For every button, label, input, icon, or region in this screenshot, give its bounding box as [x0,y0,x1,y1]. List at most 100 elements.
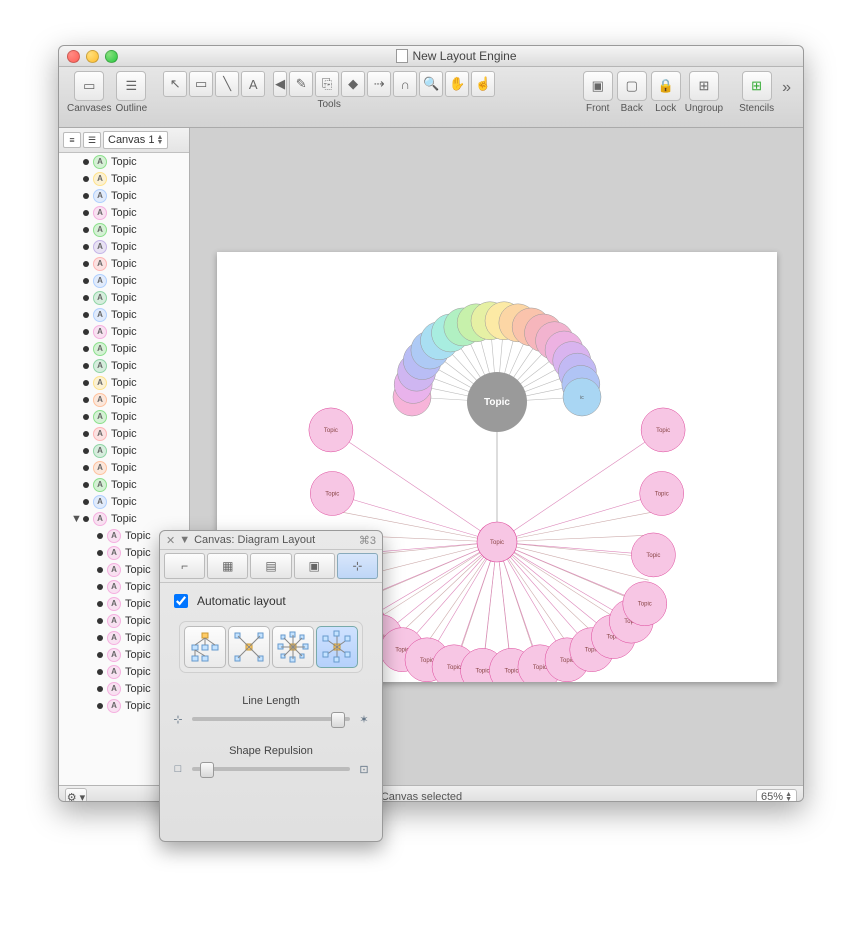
outline-item[interactable]: A Topic [59,187,189,204]
outline-item[interactable]: A Topic [59,357,189,374]
canvases-button[interactable]: ▭ Canvases [67,71,111,114]
outline-item[interactable]: A Topic [59,459,189,476]
pen-tool[interactable]: ✎ [289,71,313,97]
outline-item[interactable]: A Topic [59,408,189,425]
layout-type-hierarchical[interactable] [184,626,226,668]
svg-text:Topic: Topic [656,427,670,433]
tool-expand-left[interactable]: ◀ [273,71,287,97]
window-titlebar[interactable]: New Layout Engine [59,46,803,67]
ungroup-button[interactable]: ⊞ Ungroup [685,71,723,114]
outline-item[interactable]: A Topic [59,272,189,289]
front-button[interactable]: ▣ Front [583,71,613,114]
outline-item[interactable]: ▼ A Topic [59,510,189,527]
outline-item-label: Topic [111,479,137,491]
topic-badge-icon: A [93,444,107,458]
outline-item[interactable]: A Topic [59,340,189,357]
outline-item-label: Topic [111,360,137,372]
topic-badge-icon: A [93,325,107,339]
outline-item-label: Topic [125,581,151,593]
topic-badge-icon: A [93,427,107,441]
topic-badge-icon: A [107,614,121,628]
stencils-button[interactable]: ⊞ Stencils [739,71,774,114]
outline-item[interactable]: A Topic [59,221,189,238]
automatic-layout-input[interactable] [174,594,188,608]
layout-type-radial[interactable] [316,626,358,668]
topic-badge-icon: A [93,308,107,322]
ungroup-icon: ⊞ [689,71,719,101]
outline-item-label: Topic [111,173,137,185]
outline-item[interactable]: A Topic [59,374,189,391]
eraser-tool[interactable]: ◆ [341,71,365,97]
topic-badge-icon: A [107,597,121,611]
stamp-tool[interactable]: ⎘ [315,71,339,97]
svg-text:Topic: Topic [646,552,660,558]
outline-item[interactable]: A Topic [59,153,189,170]
outline-item-label: Topic [125,649,151,661]
svg-text:Topic: Topic [484,397,510,408]
close-button[interactable] [67,50,80,63]
outline-item[interactable]: A Topic [59,442,189,459]
outline-item[interactable]: A Topic [59,323,189,340]
lock-button[interactable]: 🔒 Lock [651,71,681,114]
action-tool[interactable]: ☝ [471,71,495,97]
line-length-slider[interactable] [192,717,350,721]
text-tool[interactable]: A [241,71,265,97]
bullet-icon [97,703,103,709]
outline-item[interactable]: A Topic [59,306,189,323]
sidebar-view-compact[interactable]: ≡ [63,132,81,148]
outline-item-label: Topic [125,683,151,695]
zoom-tool[interactable]: 🔍 [419,71,443,97]
disclosure-triangle-icon[interactable]: ▼ [71,513,79,525]
outline-item[interactable]: A Topic [59,476,189,493]
zoom-control[interactable]: 65% ▲▼ [756,789,797,802]
connection-tool[interactable]: ⇢ [367,71,391,97]
palette-tab-grid[interactable]: ▦ [207,553,248,579]
close-palette-icon[interactable]: ✕ [166,534,175,547]
magnet-tool[interactable]: ∩ [393,71,417,97]
palette-tab-size[interactable]: ⌐ [164,553,205,579]
topic-badge-icon: A [93,291,107,305]
palette-tab-layout[interactable]: ⊹ [337,553,378,579]
outline-item[interactable]: A Topic [59,289,189,306]
sidebar-view-list[interactable]: ☰ [83,132,101,148]
hand-tool[interactable]: ✋ [445,71,469,97]
minimize-button[interactable] [86,50,99,63]
bullet-icon [97,601,103,607]
outline-item[interactable]: A Topic [59,255,189,272]
layout-type-circular[interactable] [272,626,314,668]
outline-item[interactable]: A Topic [59,493,189,510]
outline-item-label: Topic [111,258,137,270]
disclosure-icon[interactable]: ▼ [179,534,190,546]
bullet-icon [97,686,103,692]
outline-item[interactable]: A Topic [59,391,189,408]
palette-titlebar[interactable]: ✕ ▼ Canvas: Diagram Layout ⌘3 [160,531,382,550]
svg-text:Topic: Topic [654,491,668,497]
outline-item-label: Topic [111,326,137,338]
topic-badge-icon: A [107,648,121,662]
outline-item[interactable]: A Topic [59,170,189,187]
line-tool[interactable]: ╲ [215,71,239,97]
bullet-icon [83,244,89,250]
select-tool[interactable]: ↖ [163,71,187,97]
outline-item-label: Topic [125,598,151,610]
automatic-layout-checkbox[interactable]: Automatic layout [170,591,372,611]
layout-type-force[interactable] [228,626,270,668]
outline-item[interactable]: A Topic [59,204,189,221]
outline-item[interactable]: A Topic [59,238,189,255]
topic-badge-icon: A [107,682,121,696]
gear-menu[interactable]: ⚙ ▾ [65,788,87,802]
outline-item[interactable]: A Topic [59,425,189,442]
zoom-button[interactable] [105,50,118,63]
bullet-icon [83,465,89,471]
shape-repulsion-slider[interactable] [192,767,350,771]
palette-tab-page[interactable]: ▤ [250,553,291,579]
palette-tab-background[interactable]: ▣ [294,553,335,579]
diagram-layout-palette[interactable]: ✕ ▼ Canvas: Diagram Layout ⌘3 ⌐ ▦ ▤ ▣ ⊹ … [159,530,383,842]
back-button[interactable]: ▢ Back [617,71,647,114]
toolbar-overflow-icon[interactable]: » [778,71,795,105]
outline-button[interactable]: ☰ Outline [115,71,147,114]
shape-tool[interactable]: ▭ [189,71,213,97]
bullet-icon [97,550,103,556]
outline-item-label: Topic [125,700,151,712]
canvas-selector[interactable]: Canvas 1 ▲▼ [103,131,168,149]
